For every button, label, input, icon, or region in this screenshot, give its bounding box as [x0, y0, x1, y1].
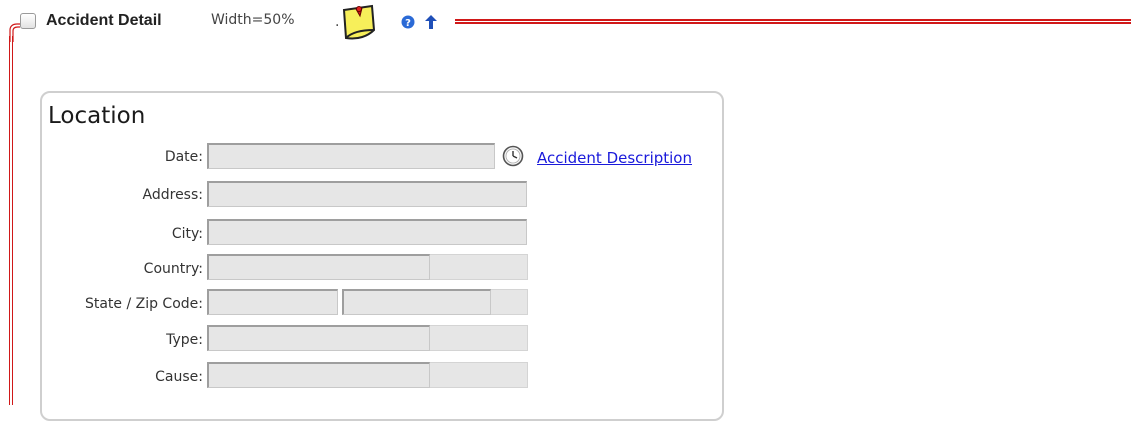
address-label: Address: [142, 187, 203, 203]
help-icon[interactable]: ? [401, 15, 415, 29]
location-title: Location [48, 103, 146, 129]
svg-text:?: ? [405, 18, 411, 29]
section-title: Accident Detail [46, 12, 162, 29]
date-label: Date: [164, 149, 203, 165]
zip-field-end[interactable] [491, 289, 528, 315]
arrow-up-icon[interactable] [424, 14, 438, 30]
clock-icon[interactable] [502, 145, 524, 167]
zip-input[interactable] [342, 289, 491, 315]
section-frame-top [455, 19, 1131, 24]
section-frame-left [9, 36, 13, 405]
date-input[interactable] [207, 143, 495, 169]
cause-label: Cause: [155, 369, 203, 385]
country-select-dropdown[interactable] [430, 254, 528, 280]
sticky-note-icon[interactable] [338, 0, 380, 42]
accident-description-link[interactable]: Accident Description [537, 149, 692, 167]
city-input[interactable] [207, 219, 527, 245]
country-label: Country: [143, 261, 203, 277]
type-select-dropdown[interactable] [430, 325, 528, 351]
address-input[interactable] [207, 181, 527, 207]
state-zip-label: State / Zip Code: [84, 296, 203, 312]
state-select[interactable] [207, 289, 338, 315]
city-label: City: [171, 226, 203, 242]
width-label: Width=50% [211, 12, 295, 28]
country-select[interactable] [207, 254, 430, 280]
type-label: Type: [166, 332, 203, 348]
type-select[interactable] [207, 325, 430, 351]
cause-select-dropdown[interactable] [430, 362, 528, 388]
cause-select[interactable] [207, 362, 430, 388]
